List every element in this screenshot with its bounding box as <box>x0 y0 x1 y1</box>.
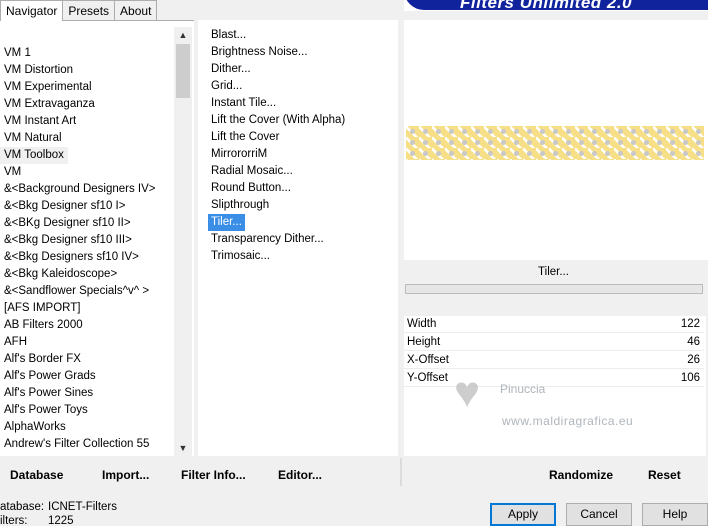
category-item[interactable]: Alf's Power Toys <box>0 402 92 419</box>
category-item[interactable]: AlphaWorks <box>0 419 70 436</box>
filter-list[interactable]: Blast... Brightness Noise... Dither... Grid… <box>198 20 398 456</box>
tile-preview-image <box>406 126 704 160</box>
scroll-thumb[interactable] <box>176 44 190 98</box>
param-label: Width <box>407 318 437 330</box>
category-item[interactable]: Alf's Power Sines <box>0 385 97 402</box>
category-list[interactable]: VM 1 VM Distortion VM Experimental VM Extra… <box>0 20 194 456</box>
help-button[interactable]: Help <box>642 503 708 526</box>
category-item[interactable]: VM Experimental <box>0 79 96 96</box>
param-label: X-Offset <box>407 354 449 366</box>
filter-item[interactable]: Instant Tile... <box>208 95 279 112</box>
category-item[interactable]: &<Bkg Kaleidoscope> <box>0 266 121 283</box>
tab-about[interactable]: About <box>114 0 158 20</box>
database-label: atabase: <box>0 501 45 513</box>
category-item[interactable]: VM <box>0 164 25 181</box>
filter-item[interactable]: Blast... <box>208 27 249 44</box>
filter-item[interactable]: MirrororriM <box>208 146 270 163</box>
category-item[interactable]: VM 1 <box>0 45 35 62</box>
tab-strip: Navigator Presets About <box>0 0 158 21</box>
cancel-button[interactable]: Cancel <box>566 503 632 526</box>
category-item[interactable]: &<Bkg Designer sf10 III> <box>0 232 136 249</box>
tab-navigator[interactable]: Navigator <box>0 0 64 21</box>
filter-item[interactable]: Round Button... <box>208 180 294 197</box>
randomize-button[interactable]: Randomize <box>549 468 613 482</box>
apply-button[interactable]: Apply <box>490 503 556 526</box>
database-value: ICNET-Filters <box>48 501 117 513</box>
category-item[interactable]: AB Filters 2000 <box>0 317 87 334</box>
scroll-up-arrow-icon[interactable]: ▲ <box>174 27 192 43</box>
filter-item[interactable]: Dither... <box>208 61 254 78</box>
filter-name-label: Tiler... <box>404 261 703 283</box>
category-item[interactable]: VM Distortion <box>0 62 77 79</box>
filter-item[interactable]: Brightness Noise... <box>208 44 311 61</box>
param-value[interactable]: 46 <box>687 334 700 351</box>
category-item[interactable]: VM Extravaganza <box>0 96 99 113</box>
filter-item[interactable]: Slipthrough <box>208 197 272 214</box>
app-banner: Filters Unlimited 2.0 <box>404 0 708 11</box>
app-title: Filters Unlimited 2.0 <box>460 0 633 11</box>
category-item[interactable]: VM Instant Art <box>0 113 80 130</box>
progress-bar <box>405 284 703 294</box>
category-item[interactable]: &<Sandflower Specials^v^ > <box>0 283 153 300</box>
category-item[interactable]: Andrew's Filter Collection 55 <box>0 436 153 453</box>
param-row-y-offset[interactable]: Y-Offset 106 <box>404 370 704 387</box>
filter-item[interactable]: Tiler... <box>208 214 245 231</box>
param-value[interactable]: 122 <box>681 316 700 333</box>
category-item[interactable]: &<Bkg Designer sf10 I> <box>0 198 129 215</box>
param-label: Height <box>407 336 441 348</box>
toolbar-divider <box>400 458 402 486</box>
category-item[interactable]: &<Background Designers IV> <box>0 181 160 198</box>
reset-button[interactable]: Reset <box>648 468 681 482</box>
filter-item[interactable]: Radial Mosaic... <box>208 163 296 180</box>
param-label: Y-Offset <box>407 372 448 384</box>
import-button[interactable]: Import... <box>102 468 149 482</box>
tab-presets[interactable]: Presets <box>62 0 116 20</box>
param-row-x-offset[interactable]: X-Offset 26 <box>404 352 704 369</box>
category-item[interactable]: VM Natural <box>0 130 66 147</box>
filter-item[interactable]: Transparency Dither... <box>208 231 327 248</box>
category-item[interactable]: Alf's Power Grads <box>0 368 100 385</box>
param-value[interactable]: 26 <box>687 352 700 369</box>
filter-item[interactable]: Lift the Cover (With Alpha) <box>208 112 348 129</box>
param-value[interactable]: 106 <box>681 370 700 387</box>
parameter-panel: Width 122 Height 46 X-Offset 26 Y-Offset… <box>404 316 706 456</box>
category-item[interactable]: Alf's Border FX <box>0 351 85 368</box>
filter-item[interactable]: Lift the Cover <box>208 129 282 146</box>
preview-pane <box>404 20 708 260</box>
param-row-width[interactable]: Width 122 <box>404 316 704 333</box>
filter-item[interactable]: Grid... <box>208 78 245 95</box>
category-item[interactable]: &<Bkg Designers sf10 IV> <box>0 249 143 266</box>
filter-info-button[interactable]: Filter Info... <box>181 468 246 482</box>
category-scrollbar[interactable]: ▲ ▼ <box>174 27 192 456</box>
filters-count-value: 1225 <box>48 515 74 526</box>
filters-count-label: ilters: <box>0 515 28 526</box>
database-button[interactable]: Database <box>10 468 63 482</box>
category-item[interactable]: VM Toolbox <box>0 147 68 164</box>
scroll-down-arrow-icon[interactable]: ▼ <box>174 440 192 456</box>
category-item[interactable]: AFH <box>0 334 31 351</box>
editor-button[interactable]: Editor... <box>278 468 322 482</box>
category-item[interactable]: [AFS IMPORT] <box>0 300 84 317</box>
category-item[interactable]: &<BKg Designer sf10 II> <box>0 215 135 232</box>
filter-item[interactable]: Trimosaic... <box>208 248 273 265</box>
param-row-height[interactable]: Height 46 <box>404 334 704 351</box>
status-area: atabase: ICNET-Filters ilters: 1225 <box>0 500 200 526</box>
